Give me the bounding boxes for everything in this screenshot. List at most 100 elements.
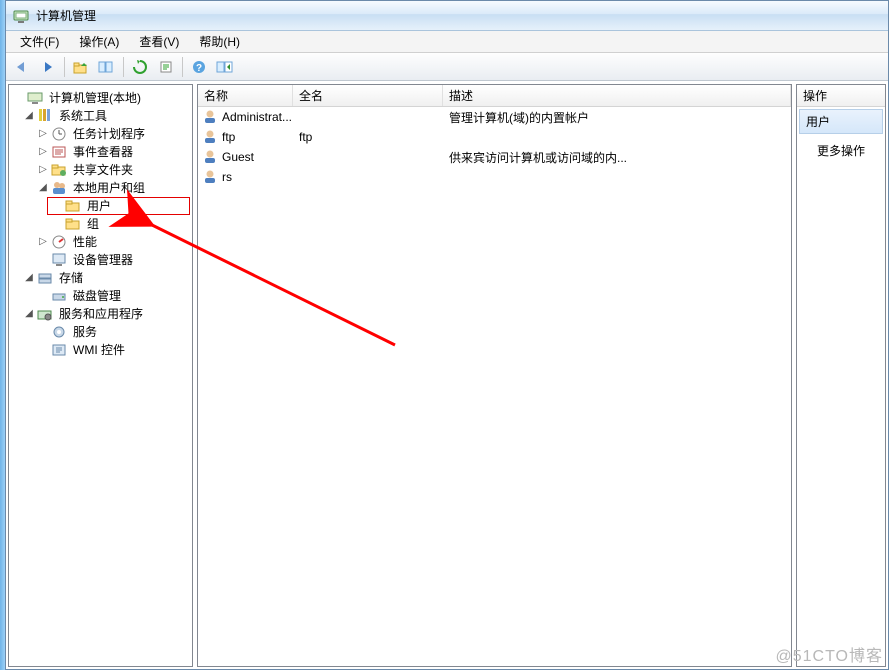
folder-icon	[65, 198, 81, 214]
export-button[interactable]	[154, 56, 178, 78]
list-panel: 名称 全名 描述 Administrat...管理计算机(域)的内置帐户ftpf…	[197, 84, 792, 667]
tree-label: 设备管理器	[71, 251, 135, 269]
tree-label: 存储	[57, 269, 85, 287]
expander-icon[interactable]: ▷	[37, 236, 49, 248]
nav-tree[interactable]: ▸ 计算机管理(本地) ◢ 系统工具 ▷ 任务计划程序	[9, 85, 192, 363]
expander-icon[interactable]: ◢	[37, 182, 49, 194]
user-icon	[202, 149, 218, 165]
list-body[interactable]: Administrat...管理计算机(域)的内置帐户ftpftpGuest供来…	[198, 107, 791, 666]
toolbar-separator	[182, 57, 183, 77]
tree-disk-management[interactable]: 磁盘管理	[13, 287, 190, 305]
expander-icon[interactable]: ◢	[23, 272, 35, 284]
tree-services[interactable]: 服务	[13, 323, 190, 341]
menu-action[interactable]: 操作(A)	[69, 31, 129, 52]
expander-icon[interactable]: ◢	[23, 308, 35, 320]
tree-performance[interactable]: ▷ 性能	[13, 233, 190, 251]
device-icon	[51, 252, 67, 268]
computer-icon	[27, 90, 43, 106]
expander-icon[interactable]: ▷	[37, 164, 49, 176]
event-icon	[51, 144, 67, 160]
titlebar: 计算机管理	[6, 1, 888, 31]
services-apps-icon	[37, 306, 53, 322]
actions-section-title: 用户	[799, 109, 883, 134]
user-icon	[202, 109, 218, 125]
action-more[interactable]: 更多操作	[797, 136, 885, 165]
cell-name: Guest	[222, 150, 254, 164]
tree-label: 服务和应用程序	[57, 305, 145, 323]
tree-storage[interactable]: ◢ 存储	[13, 269, 190, 287]
actions-header: 操作	[797, 85, 885, 107]
tree-label: 事件查看器	[71, 143, 135, 161]
tree-task-scheduler[interactable]: ▷ 任务计划程序	[13, 125, 190, 143]
tree-label: 用户	[85, 197, 113, 215]
cell-fullname: ftp	[293, 130, 443, 144]
toolbar: ?	[6, 53, 888, 81]
tree-local-users-groups[interactable]: ◢ 本地用户和组	[13, 179, 190, 197]
up-button[interactable]	[69, 56, 93, 78]
tree-label: 服务	[71, 323, 99, 341]
disk-icon	[51, 288, 67, 304]
user-row[interactable]: rs	[198, 167, 791, 187]
help-button[interactable]: ?	[187, 56, 211, 78]
expander-icon[interactable]: ◢	[23, 110, 35, 122]
cell-description: 供来宾访问计算机或访问域的内...	[443, 149, 791, 166]
tree-label: 系统工具	[57, 107, 109, 125]
tools-icon	[37, 108, 53, 124]
tree-panel: ▸ 计算机管理(本地) ◢ 系统工具 ▷ 任务计划程序	[8, 84, 193, 667]
tree-label: WMI 控件	[71, 341, 127, 359]
tree-services-apps[interactable]: ◢ 服务和应用程序	[13, 305, 190, 323]
views-button[interactable]	[95, 56, 119, 78]
tree-label: 共享文件夹	[71, 161, 135, 179]
actions-panel: 操作 用户 更多操作	[796, 84, 886, 667]
tree-system-tools[interactable]: ◢ 系统工具	[13, 107, 190, 125]
toolbar-separator	[123, 57, 124, 77]
menu-help[interactable]: 帮助(H)	[189, 31, 250, 52]
tree-label: 磁盘管理	[71, 287, 123, 305]
col-fullname[interactable]: 全名	[293, 85, 443, 106]
tree-label: 计算机管理(本地)	[47, 89, 143, 107]
user-icon	[202, 169, 218, 185]
tree-root[interactable]: ▸ 计算机管理(本地)	[13, 89, 190, 107]
wmi-icon	[51, 342, 67, 358]
cell-name: rs	[222, 170, 232, 184]
window-title: 计算机管理	[36, 7, 96, 24]
tree-label: 性能	[71, 233, 99, 251]
tree-users[interactable]: 用户	[47, 197, 190, 215]
tree-event-viewer[interactable]: ▷ 事件查看器	[13, 143, 190, 161]
forward-button[interactable]	[36, 56, 60, 78]
app-icon	[12, 7, 30, 25]
toolbar-separator	[64, 57, 65, 77]
col-description[interactable]: 描述	[443, 85, 791, 106]
workarea: ▸ 计算机管理(本地) ◢ 系统工具 ▷ 任务计划程序	[6, 81, 888, 669]
menu-file[interactable]: 文件(F)	[10, 31, 69, 52]
user-row[interactable]: Administrat... 管理计算机(域)的内置帐户	[198, 107, 791, 127]
svg-text:?: ?	[196, 63, 202, 74]
col-name[interactable]: 名称	[198, 85, 293, 106]
menu-view[interactable]: 查看(V)	[129, 31, 189, 52]
show-hide-button[interactable]	[213, 56, 237, 78]
tree-label: 组	[85, 215, 101, 233]
tree-groups[interactable]: 组	[13, 215, 190, 233]
expander-icon[interactable]: ▷	[37, 128, 49, 140]
tree-wmi[interactable]: WMI 控件	[13, 341, 190, 359]
user-row[interactable]: Guest 供来宾访问计算机或访问域的内...	[198, 147, 791, 167]
shared-folder-icon	[51, 162, 67, 178]
tree-shared-folders[interactable]: ▷ 共享文件夹	[13, 161, 190, 179]
user-icon	[202, 129, 218, 145]
folder-icon	[65, 216, 81, 232]
cell-name: Administrat...	[222, 110, 292, 124]
user-row[interactable]: ftp ftp	[198, 127, 791, 147]
perf-icon	[51, 234, 67, 250]
cell-description: 管理计算机(域)的内置帐户	[443, 109, 791, 126]
list-header: 名称 全名 描述	[198, 85, 791, 107]
users-groups-icon	[51, 180, 67, 196]
back-button[interactable]	[10, 56, 34, 78]
refresh-button[interactable]	[128, 56, 152, 78]
expander-icon[interactable]: ▷	[37, 146, 49, 158]
tree-label: 任务计划程序	[71, 125, 147, 143]
tree-device-manager[interactable]: 设备管理器	[13, 251, 190, 269]
gear-icon	[51, 324, 67, 340]
cell-name: ftp	[222, 130, 235, 144]
tree-label: 本地用户和组	[71, 179, 147, 197]
storage-icon	[37, 270, 53, 286]
